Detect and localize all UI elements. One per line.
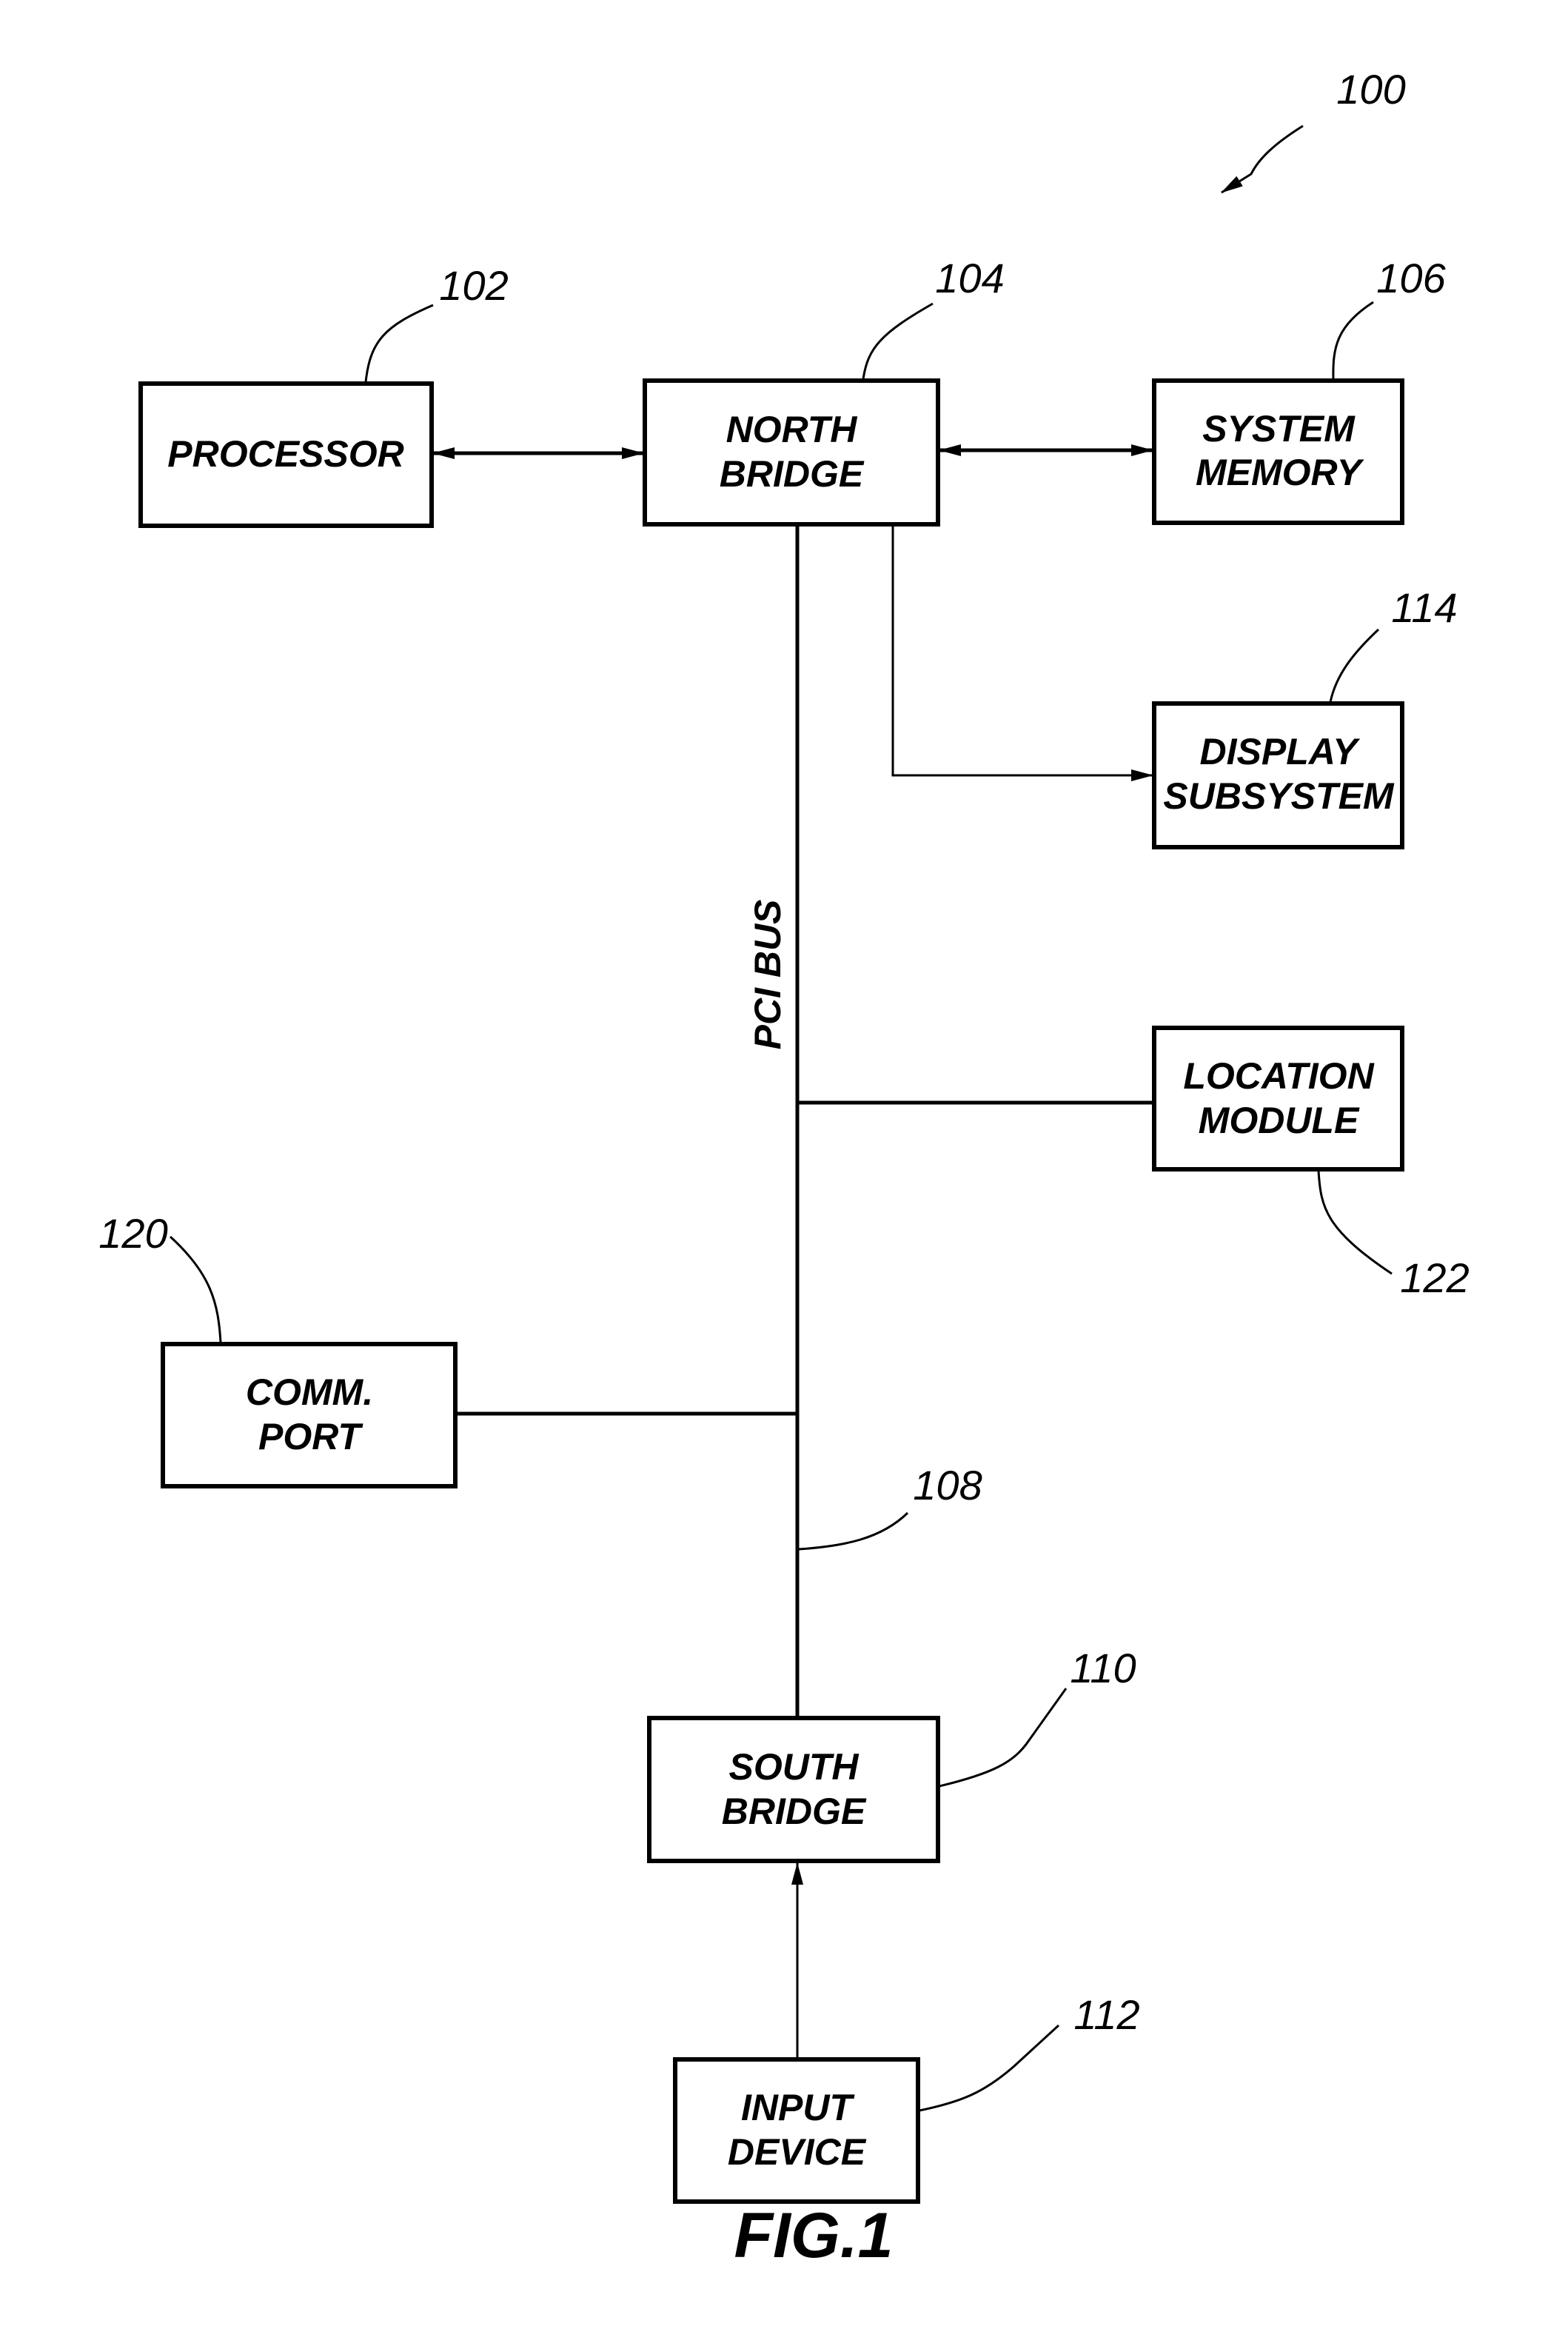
ref-leader-110 [939,1688,1068,1788]
north-bridge-block[interactable]: NORTH BRIDGE [643,378,940,527]
comm-port-label-line1: COMM. [246,1371,373,1413]
ref-leader-106 [1332,301,1374,380]
comm-port-label-line2: PORT [258,1416,363,1457]
input-device-label-line1: INPUT [741,2087,855,2128]
comm-port-block[interactable]: COMM. PORT [161,1342,458,1488]
processor-label: PROCESSOR [167,433,404,475]
south-bridge-block[interactable]: SOUTH BRIDGE [647,1716,940,1863]
ref-leader-112 [919,2024,1060,2112]
ref-label-122: 122 [1400,1254,1469,1301]
system-reference: 100 [1221,66,1406,194]
location-module-label-line2: MODULE [1199,1100,1360,1141]
ref-label-108: 108 [913,1462,982,1508]
system-memory-label-line2: MEMORY [1196,452,1365,493]
ref-label-100: 100 [1336,66,1405,113]
processor-block[interactable]: PROCESSOR [138,381,434,528]
ref-label-102: 102 [439,262,508,309]
location-module-label-line1: LOCATION [1183,1055,1374,1097]
ref-leader-102 [364,304,434,383]
system-memory-block[interactable]: SYSTEM MEMORY [1152,378,1404,525]
ref-leader-122 [1317,1170,1393,1275]
ref-leader-104 [862,302,934,380]
system-reference-arrow [1221,124,1304,194]
north-bridge-label-line2: BRIDGE [720,453,865,495]
ref-leader-108 [798,1511,909,1551]
input-device-label-line2: DEVICE [728,2131,867,2173]
south-bridge-label-line2: BRIDGE [722,1791,867,1832]
ref-label-106: 106 [1376,255,1446,301]
system-memory-label-line1: SYSTEM [1202,408,1356,450]
figure-caption: FIG.1 [734,2200,893,2271]
input-device-block[interactable]: INPUT DEVICE [673,2057,920,2204]
display-subsystem-label-line1: DISPLAY [1200,731,1361,772]
ref-label-112: 112 [1073,1991,1139,2038]
south-bridge-label-line1: SOUTH [729,1746,860,1788]
ref-label-110: 110 [1070,1645,1136,1691]
pci-bus-label: PCI BUS [747,900,788,1050]
ref-label-120: 120 [98,1210,167,1257]
ref-leader-114 [1329,628,1380,703]
ref-label-104: 104 [935,255,1004,301]
ref-label-114: 114 [1391,584,1457,631]
north-bridge-label-line1: NORTH [726,409,858,450]
display-subsystem-label-line2: SUBSYSTEM [1163,775,1395,817]
northbridge-display-link [891,526,1153,781]
block-diagram: 100 PCI BUS 108 PROCESSOR 102 NORTH BRID… [98,66,1469,2271]
ref-leader-120 [169,1235,222,1343]
display-subsystem-block[interactable]: DISPLAY SUBSYSTEM [1152,701,1404,849]
location-module-block[interactable]: LOCATION MODULE [1152,1026,1404,1172]
